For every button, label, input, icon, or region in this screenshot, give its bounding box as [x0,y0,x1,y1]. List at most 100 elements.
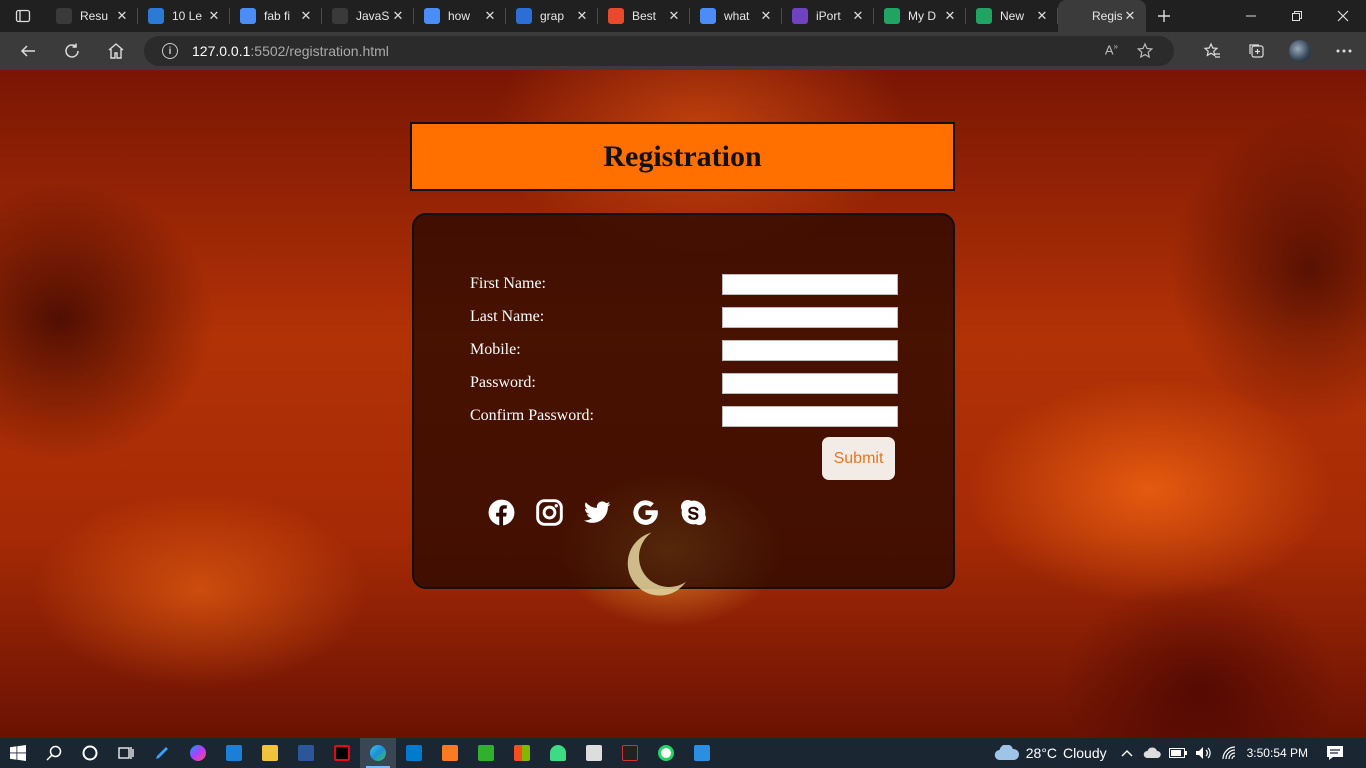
taskbar-app-vscode[interactable] [396,738,432,768]
google-icon[interactable] [632,499,659,526]
browser-tab[interactable]: New ✕ [966,0,1058,32]
volume-icon[interactable] [1195,746,1213,760]
taskbar-app-green[interactable] [468,738,504,768]
minimize-icon [1246,15,1256,17]
browser-tab[interactable]: iPort ✕ [782,0,874,32]
cortana-icon [82,745,98,761]
taskbar-app-store[interactable] [504,738,540,768]
weather-temp[interactable]: 28°C [1026,745,1057,761]
password-input[interactable] [722,372,898,394]
address-path: :5502/registration.html [250,43,389,59]
search-icon [46,745,62,761]
close-tab-icon[interactable]: ✕ [114,8,130,24]
new-tab-button[interactable] [1146,0,1182,32]
taskbar-app-word[interactable] [288,738,324,768]
netflix-icon [334,745,350,761]
close-window-button[interactable] [1320,0,1366,32]
taskbar-app-explorer[interactable] [252,738,288,768]
refresh-icon [65,43,79,58]
notification-icon[interactable] [1326,745,1344,761]
close-tab-icon[interactable]: ✕ [850,8,866,24]
taskbar-app-calculator[interactable] [576,738,612,768]
folder-icon [262,745,278,761]
cortana-button[interactable] [72,738,108,768]
back-arrow-icon [20,45,35,57]
browser-tab[interactable]: JavaS ✕ [322,0,414,32]
task-view-icon [118,747,134,759]
taskbar-app-android[interactable] [540,738,576,768]
chevron-up-icon[interactable] [1121,749,1133,757]
submit-button[interactable]: Submit [822,437,895,480]
tab-strip: Resu ✕ 10 Le ✕ fab fi ✕ JavaS ✕ how ✕ grap ✕ Best ✕ wh… [0,0,1366,32]
settings-menu-button[interactable] [1322,32,1366,70]
skype-icon[interactable] [680,499,707,526]
browser-tab[interactable]: Resu ✕ [46,0,138,32]
taskbar-app-photos[interactable] [684,738,720,768]
first-name-input[interactable] [722,273,898,295]
browser-tab[interactable]: how ✕ [414,0,506,32]
mobile-label: Mobile: [470,341,521,358]
close-tab-icon[interactable]: ✕ [390,8,406,24]
mobile-input[interactable] [722,339,898,361]
taskbar-app-messenger[interactable] [180,738,216,768]
close-tab-icon[interactable]: ✕ [1034,8,1050,24]
address-bar[interactable]: i 127.0.0.1 :5502/registration.html A» [144,36,1174,66]
task-view-button[interactable] [108,738,144,768]
close-tab-icon[interactable]: ✕ [942,8,958,24]
close-tab-icon[interactable]: ✕ [758,8,774,24]
home-button[interactable] [94,32,138,70]
browser-tab[interactable]: fab fi ✕ [230,0,322,32]
collections-button[interactable] [1234,32,1278,70]
weather-condition[interactable]: Cloudy [1063,745,1107,761]
taskbar-app-tool[interactable] [612,738,648,768]
window-controls [1228,0,1366,32]
favorites-button[interactable] [1190,32,1234,70]
close-tab-icon[interactable]: ✕ [666,8,682,24]
battery-icon[interactable] [1168,748,1187,758]
close-icon [1337,10,1349,22]
tab-actions-button[interactable] [0,0,46,32]
browser-tab[interactable]: what ✕ [690,0,782,32]
profile-button[interactable] [1278,32,1322,70]
close-tab-icon[interactable]: ✕ [574,8,590,24]
instagram-icon[interactable] [536,499,563,526]
confirm-password-label: Confirm Password: [470,407,594,424]
taskbar-app-whatsapp[interactable] [648,738,684,768]
read-aloud-icon[interactable]: A» [1105,42,1118,60]
facebook-icon[interactable] [488,499,515,526]
last-name-input[interactable] [722,306,898,328]
browser-tab[interactable]: 10 Le ✕ [138,0,230,32]
taskbar-app-xampp[interactable] [432,738,468,768]
moon-background-shape [634,522,704,592]
tab-title: Resu [80,9,109,23]
browser-tab[interactable]: My D ✕ [874,0,966,32]
taskbar-app-edge[interactable] [360,738,396,768]
start-button[interactable] [0,738,36,768]
taskbar-app-mail[interactable] [216,738,252,768]
close-tab-icon[interactable]: ✕ [1122,8,1138,24]
onedrive-icon[interactable] [1143,747,1161,759]
refresh-button[interactable] [50,32,94,70]
confirm-password-input[interactable] [722,405,898,427]
minimize-button[interactable] [1228,0,1274,32]
back-button[interactable] [6,32,50,70]
edge-icon [370,745,386,761]
clock[interactable]: 3:50:54 PM [1247,746,1308,760]
close-tab-icon[interactable]: ✕ [298,8,314,24]
browser-tab[interactable]: Best ✕ [598,0,690,32]
wifi-icon[interactable] [1221,746,1237,760]
browser-tab[interactable]: Regis ✕ [1058,0,1146,32]
search-taskbar-button[interactable] [36,738,72,768]
close-tab-icon[interactable]: ✕ [206,8,222,24]
close-tab-icon[interactable]: ✕ [482,8,498,24]
browser-tab[interactable]: grap ✕ [506,0,598,32]
search-icon [240,8,256,24]
taskbar-app-netflix[interactable] [324,738,360,768]
taskbar-app-pen[interactable] [144,738,180,768]
plus-icon [1158,10,1170,22]
add-favorite-icon[interactable] [1136,42,1154,60]
page-title: Registration [603,139,762,173]
site-info-icon[interactable]: i [162,43,178,59]
restore-button[interactable] [1274,0,1320,32]
twitter-icon[interactable] [584,499,611,526]
